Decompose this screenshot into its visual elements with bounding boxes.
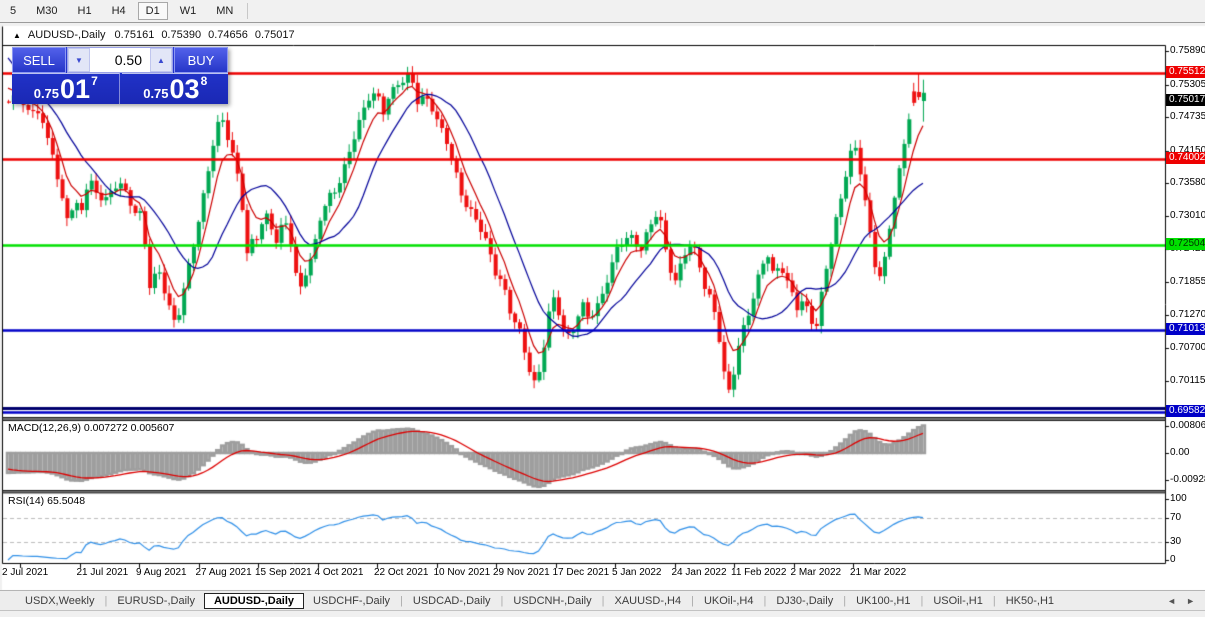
time-axis-label: 11 Feb 2022 bbox=[731, 567, 787, 578]
price-level-badge: 0.71013 bbox=[1166, 322, 1205, 335]
time-axis-label: 10 Nov 2021 bbox=[433, 567, 491, 578]
price-level-badge: 0.74002 bbox=[1166, 152, 1205, 164]
symbol-tab-hk50-h1[interactable]: HK50-,H1 bbox=[997, 593, 1063, 609]
buy-button[interactable]: BUY bbox=[174, 47, 228, 73]
price-axis-tick: 0.70700 bbox=[1170, 341, 1205, 353]
volume-input[interactable] bbox=[90, 48, 150, 72]
rsi-axis-tick: 100 bbox=[1170, 493, 1187, 505]
time-axis-label: 2 Mar 2022 bbox=[790, 567, 842, 578]
time-axis-label: 2 Jul 2021 bbox=[2, 567, 49, 578]
symbol-tab-usdcad-daily[interactable]: USDCAD-,Daily bbox=[404, 593, 500, 609]
rsi-axis-tick: 70 bbox=[1170, 511, 1182, 523]
sell-button[interactable]: SELL bbox=[12, 47, 66, 73]
price-axis-tick: 0.71270 bbox=[1170, 309, 1205, 321]
sell-price-main: 01 bbox=[60, 73, 91, 104]
price-level-badge: 0.72504 bbox=[1166, 237, 1205, 250]
sell-price-pip: 7 bbox=[91, 74, 98, 88]
time-axis-label: 15 Sep 2021 bbox=[255, 567, 312, 578]
rsi-axis-tick: 0 bbox=[1170, 554, 1176, 565]
ohlc-open: 0.75161 bbox=[114, 29, 155, 41]
rsi-label: RSI(14) 65.5048 bbox=[8, 495, 86, 507]
price-axis-tick: 0.73010 bbox=[1170, 209, 1205, 221]
price-axis-tick: 0.71855 bbox=[1170, 275, 1205, 287]
price-axis-tick: 0.75305 bbox=[1170, 78, 1205, 90]
chart-header: ▲ AUDUSD-,Daily 0.75161 0.75390 0.74656 … bbox=[13, 29, 295, 41]
tab-nav: ◄ ► bbox=[1167, 596, 1205, 606]
buy-price-prefix: 0.75 bbox=[143, 85, 169, 101]
buy-price[interactable]: 0.75 03 8 bbox=[121, 73, 228, 104]
time-axis-label: 17 Dec 2021 bbox=[552, 567, 610, 578]
rsi-axis-tick: 30 bbox=[1170, 535, 1182, 547]
timeframe-button-w1[interactable]: W1 bbox=[172, 2, 205, 20]
symbol-tab-dj30-daily[interactable]: DJ30-,Daily bbox=[767, 593, 842, 609]
buy-price-pip: 8 bbox=[200, 74, 208, 88]
one-click-trade-panel: SELL ▼ ▲ BUY 0.75 01 7 0.75 03 8 bbox=[12, 47, 228, 104]
timeframe-button-5[interactable]: 5 bbox=[2, 2, 24, 20]
symbol-tab-ukoil-h4[interactable]: UKOil-,H4 bbox=[695, 593, 763, 609]
symbol-tab-usoil-h1[interactable]: USOil-,H1 bbox=[924, 593, 992, 609]
ohlc-close: 0.75017 bbox=[254, 29, 295, 41]
time-axis-label: 5 Jan 2022 bbox=[612, 567, 662, 578]
timeframe-button-mn[interactable]: MN bbox=[208, 2, 241, 20]
time-axis-label: 22 Oct 2021 bbox=[374, 567, 429, 578]
macd-label: MACD(12,26,9) 0.007272 0.005607 bbox=[8, 422, 175, 434]
ohlc-low: 0.74656 bbox=[208, 29, 248, 41]
ohlc-high: 0.75390 bbox=[161, 29, 202, 41]
symbol-tab-audusd-daily[interactable]: AUDUSD-,Daily bbox=[203, 593, 305, 609]
time-axis-label: 21 Jul 2021 bbox=[76, 567, 129, 578]
symbol-tab-xauusd-h4[interactable]: XAUUSD-,H4 bbox=[605, 593, 690, 609]
tab-scroll-left-icon[interactable]: ◄ bbox=[1167, 596, 1176, 606]
time-axis-label: 24 Jan 2022 bbox=[671, 567, 727, 578]
time-axis-label: 4 Oct 2021 bbox=[314, 567, 364, 578]
macd-axis-tick: 0.00 bbox=[1170, 447, 1190, 458]
timeframe-button-h4[interactable]: H4 bbox=[104, 2, 134, 20]
macd-axis-tick: -0.00928 bbox=[1170, 473, 1205, 485]
sell-price-prefix: 0.75 bbox=[33, 85, 60, 101]
price-axis-tick: 0.75890 bbox=[1170, 45, 1205, 57]
price-axis-tick: 0.74735 bbox=[1170, 111, 1205, 123]
symbol-tabbar: USDX,Weekly | EURUSD-,Daily AUDUSD-,Daily US… bbox=[0, 590, 1205, 611]
price-axis-tick: 0.70115 bbox=[1170, 375, 1205, 387]
symbol-tab-usdcnh-daily[interactable]: USDCNH-,Daily bbox=[504, 593, 600, 609]
sell-price[interactable]: 0.75 01 7 bbox=[12, 73, 120, 104]
timeframe-button-m30[interactable]: M30 bbox=[28, 2, 65, 20]
timeframe-button-d1[interactable]: D1 bbox=[137, 2, 168, 20]
price-level-badge: 0.75017 bbox=[1166, 94, 1205, 106]
timeframe-toolbar: 5 M30 H1 H4 D1 W1 MN bbox=[0, 0, 1205, 23]
chart-title: AUDUSD-,Daily bbox=[27, 29, 106, 41]
tab-scroll-right-icon[interactable]: ► bbox=[1186, 596, 1195, 606]
time-axis-label: 29 Nov 2021 bbox=[493, 567, 550, 578]
volume-down-icon[interactable]: ▼ bbox=[68, 48, 90, 72]
price-level-badge: 0.75512 bbox=[1166, 65, 1205, 78]
price-axis-tick: 0.73580 bbox=[1170, 177, 1205, 189]
volume-up-icon[interactable]: ▲ bbox=[150, 48, 172, 72]
buy-price-main: 03 bbox=[169, 73, 200, 104]
time-axis-label: 9 Aug 2021 bbox=[136, 567, 187, 578]
time-axis-label: 27 Aug 2021 bbox=[195, 567, 252, 578]
volume-stepper: ▼ ▲ bbox=[67, 47, 173, 73]
macd-axis-tick: 0.008061 bbox=[1170, 419, 1205, 431]
time-axis-label: 21 Mar 2022 bbox=[850, 567, 907, 578]
symbol-tab-usdx-weekly[interactable]: USDX,Weekly bbox=[16, 593, 103, 609]
timeframe-button-h1[interactable]: H1 bbox=[70, 2, 100, 20]
symbol-tab-usdchf-daily[interactable]: USDCHF-,Daily bbox=[304, 593, 399, 609]
price-level-badge: 0.69582 bbox=[1166, 404, 1205, 417]
toolbar-separator bbox=[247, 3, 249, 19]
symbol-tab-uk100-h1[interactable]: UK100-,H1 bbox=[847, 593, 919, 609]
symbol-tab-eurusd-daily[interactable]: EURUSD-,Daily bbox=[108, 593, 204, 609]
symbol-marker-icon: ▲ bbox=[13, 30, 21, 40]
